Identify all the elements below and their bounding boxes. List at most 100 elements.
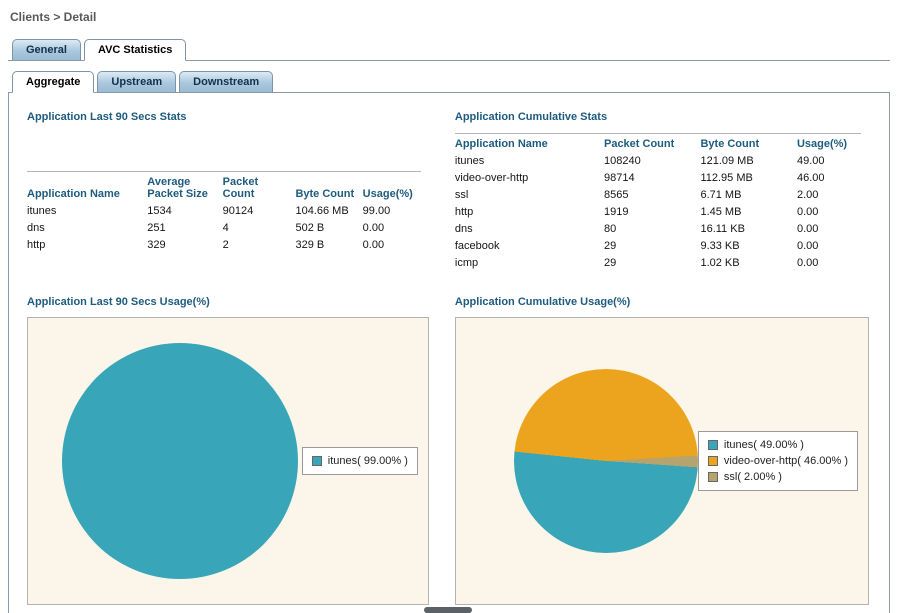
table-row: icmp291.02 KB0.00 (455, 255, 861, 272)
table-cell: video-over-http (455, 170, 604, 187)
table-header-row: Application NameAverage Packet SizePacke… (27, 172, 421, 204)
cumulative-usage-legend: itunes( 49.00% ) video-over-http( 46.00% … (698, 431, 858, 491)
legend-item: itunes( 99.00% ) (312, 453, 408, 469)
breadcrumb: Clients > Detail (10, 10, 890, 24)
column-header: Usage(%) (797, 134, 861, 154)
legend-label: itunes( 99.00% ) (328, 455, 408, 467)
cumulative-usage-chart: itunes( 49.00% ) video-over-http( 46.00% … (455, 317, 869, 605)
section-title-cumulative: Application Cumulative Stats (455, 111, 869, 123)
last90-usage-chart: itunes( 99.00% ) (27, 317, 429, 605)
table-cell: 112.95 MB (700, 170, 796, 187)
section-title-last90: Application Last 90 Secs Stats (27, 111, 429, 123)
section-last90-stats: Application Last 90 Secs Stats Applicati… (27, 111, 429, 272)
legend-label: video-over-http( 46.00% ) (724, 455, 848, 467)
table-cell: facebook (455, 238, 604, 255)
table-cell: http (27, 237, 147, 254)
column-header: Byte Count (295, 172, 362, 204)
table-cell: http (455, 204, 604, 221)
table-cell: 99.00 (363, 203, 421, 220)
table-cell: 502 B (295, 220, 362, 237)
table-cell: 4 (223, 220, 296, 237)
legend-item: itunes( 49.00% ) (708, 437, 848, 453)
table-cell: 1919 (604, 204, 700, 221)
table-row: ssl85656.71 MB2.00 (455, 187, 861, 204)
table-row: itunes108240121.09 MB49.00 (455, 153, 861, 170)
last90-usage-pie (62, 343, 298, 579)
column-header: Usage(%) (363, 172, 421, 204)
tab-downstream[interactable]: Downstream (179, 71, 273, 92)
table-cell: itunes (27, 203, 147, 220)
tab-upstream[interactable]: Upstream (97, 71, 176, 92)
table-cell: 108240 (604, 153, 700, 170)
table-row: facebook299.33 KB0.00 (455, 238, 861, 255)
table-cell: 0.00 (797, 255, 861, 272)
horizontal-scrollbar-thumb[interactable] (424, 607, 472, 613)
content-grid: Application Last 90 Secs Stats Applicati… (27, 111, 869, 605)
tab-avc-statistics[interactable]: AVC Statistics (84, 39, 186, 61)
table-cell: 0.00 (797, 238, 861, 255)
tab-general[interactable]: General (12, 39, 81, 60)
table-cell: 1.02 KB (700, 255, 796, 272)
page: Clients > Detail General AVC Statistics … (0, 0, 900, 613)
table-cell: 90124 (223, 203, 296, 220)
last90-stats-table: Application NameAverage Packet SizePacke… (27, 171, 421, 254)
table-row: http3292329 B0.00 (27, 237, 421, 254)
section-last90-usage-chart: Application Last 90 Secs Usage(%) itunes… (27, 296, 429, 605)
legend-item: ssl( 2.00% ) (708, 469, 848, 485)
table-cell: 104.66 MB (295, 203, 362, 220)
table-cell: dns (455, 221, 604, 238)
cumulative-stats-table: Application NamePacket CountByte CountUs… (455, 133, 861, 272)
table-cell: 98714 (604, 170, 700, 187)
table-cell: 29 (604, 238, 700, 255)
table-cell: 0.00 (797, 221, 861, 238)
table-cell: 49.00 (797, 153, 861, 170)
table-row: dns8016.11 KB0.00 (455, 221, 861, 238)
table-cell: ssl (455, 187, 604, 204)
table-header-row: Application NamePacket CountByte CountUs… (455, 134, 861, 154)
table-cell: 329 B (295, 237, 362, 254)
chart-title-cumulative: Application Cumulative Usage(%) (455, 296, 869, 308)
table-cell: 80 (604, 221, 700, 238)
legend-swatch (708, 440, 718, 450)
table-cell: 0.00 (797, 204, 861, 221)
content-panel: Application Last 90 Secs Stats Applicati… (8, 93, 890, 613)
table-cell: 121.09 MB (700, 153, 796, 170)
tab-aggregate[interactable]: Aggregate (12, 71, 94, 93)
table-cell: 9.33 KB (700, 238, 796, 255)
table-cell: 329 (147, 237, 222, 254)
table-row: video-over-http98714112.95 MB46.00 (455, 170, 861, 187)
table-cell: 8565 (604, 187, 700, 204)
table-cell: 2 (223, 237, 296, 254)
section-cumulative-usage-chart: Application Cumulative Usage(%) itunes( … (455, 296, 869, 605)
table-cell: icmp (455, 255, 604, 272)
table-cell: dns (27, 220, 147, 237)
table-cell: 16.11 KB (700, 221, 796, 238)
table-cell: 1534 (147, 203, 222, 220)
table-cell: 29 (604, 255, 700, 272)
table-cell: 6.71 MB (700, 187, 796, 204)
chart-title-last90: Application Last 90 Secs Usage(%) (27, 296, 429, 308)
column-header: Byte Count (700, 134, 796, 154)
legend-label: itunes( 49.00% ) (724, 439, 804, 451)
last90-usage-legend: itunes( 99.00% ) (302, 447, 418, 475)
main-tabs: General AVC Statistics (8, 39, 890, 61)
legend-swatch (312, 456, 322, 466)
table-cell: 46.00 (797, 170, 861, 187)
cumulative-usage-pie (514, 369, 698, 553)
table-cell: 0.00 (363, 237, 421, 254)
column-header: Application Name (455, 134, 604, 154)
table-row: http19191.45 MB0.00 (455, 204, 861, 221)
legend-swatch (708, 472, 718, 482)
legend-label: ssl( 2.00% ) (724, 471, 782, 483)
column-header: Packet Count (223, 172, 296, 204)
table-cell: 1.45 MB (700, 204, 796, 221)
table-cell: 2.00 (797, 187, 861, 204)
table-row: itunes153490124104.66 MB99.00 (27, 203, 421, 220)
table-cell: 0.00 (363, 220, 421, 237)
table-cell: 251 (147, 220, 222, 237)
column-header: Application Name (27, 172, 147, 204)
sub-tabs: Aggregate Upstream Downstream (8, 71, 890, 93)
section-cumulative-stats: Application Cumulative Stats Application… (455, 111, 869, 272)
legend-swatch (708, 456, 718, 466)
column-header: Packet Count (604, 134, 700, 154)
